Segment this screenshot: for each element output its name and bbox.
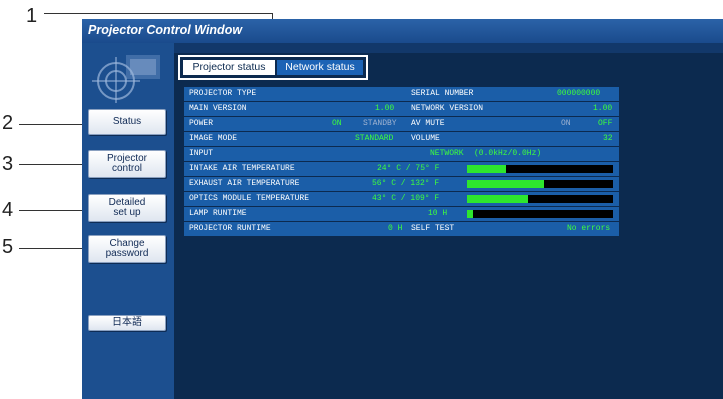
av-mute-label: AV MUTE xyxy=(411,119,445,128)
serial-number-label: SERIAL NUMBER xyxy=(411,89,474,98)
projector-logo-icon xyxy=(88,49,168,105)
projector-runtime-label: PROJECTOR RUNTIME xyxy=(189,224,271,233)
image-mode-value: STANDARD xyxy=(355,134,394,143)
status-button[interactable]: Status xyxy=(88,109,166,135)
table-row: INTAKE AIR TEMPERATURE 24° C / 75° F xyxy=(184,162,619,176)
optics-temperature-bar-fill xyxy=(467,195,529,203)
exhaust-temperature-bar xyxy=(467,180,613,188)
callout-4: 4 xyxy=(2,199,14,221)
exhaust-air-temperature-value: 56° C / 132° F xyxy=(372,179,440,188)
callout-3: 3 xyxy=(2,153,14,175)
callout-1: 1 xyxy=(26,5,38,27)
callout-5: 5 xyxy=(2,236,14,258)
status-button-label: Status xyxy=(112,115,142,127)
volume-label: VOLUME xyxy=(411,134,440,143)
callout-1-leader xyxy=(44,13,272,14)
projector-runtime-value: 0 H xyxy=(388,224,403,233)
intake-air-temperature-value: 24° C / 75° F xyxy=(377,164,440,173)
japanese-language-button-label: 日本語 xyxy=(112,316,142,328)
intake-air-temperature-label: INTAKE AIR TEMPERATURE xyxy=(189,164,295,173)
callout-5-leader xyxy=(19,248,89,249)
callout-4-leader xyxy=(19,210,89,211)
input-frequency-value: (0.0kHz/0.0Hz) xyxy=(474,149,542,158)
callout-3-leader xyxy=(19,164,89,165)
intake-temperature-bar xyxy=(467,165,613,173)
exhaust-air-temperature-label: EXHAUST AIR TEMPERATURE xyxy=(189,179,300,188)
input-value: NETWORK xyxy=(430,149,464,158)
lamp-runtime-bar xyxy=(467,210,613,218)
change-password-button-label: Change password xyxy=(105,237,149,259)
optics-module-temperature-label: OPTICS MODULE TEMPERATURE xyxy=(189,194,310,203)
window-title: Projector Control Window xyxy=(88,23,243,37)
header-strip xyxy=(174,43,723,53)
projector-control-window: Projector Control Window Status Projecto… xyxy=(82,19,723,399)
projector-type-label: PROJECTOR TYPE xyxy=(189,89,257,98)
sidebar: Status Projector control Detailed set up… xyxy=(82,43,174,399)
change-password-button[interactable]: Change password xyxy=(88,235,166,263)
table-row: PROJECTOR RUNTIME 0 H SELF TEST No error… xyxy=(184,222,619,236)
serial-number-value: 000000000 xyxy=(557,89,601,98)
tab-network-status[interactable]: Network status xyxy=(277,60,363,75)
table-row: INPUT NETWORK (0.0kHz/0.0Hz) xyxy=(184,147,619,161)
detailed-setup-button-label: Detailed set up xyxy=(108,196,146,218)
network-version-value: 1.00 xyxy=(593,104,613,113)
title-bar: Projector Control Window xyxy=(82,19,723,43)
detailed-setup-button[interactable]: Detailed set up xyxy=(88,194,166,222)
table-row: IMAGE MODE STANDARD VOLUME 32 xyxy=(184,132,619,146)
projector-control-button[interactable]: Projector control xyxy=(88,150,166,178)
table-row: EXHAUST AIR TEMPERATURE 56° C / 132° F xyxy=(184,177,619,191)
table-row: MAIN VERSION 1.00 NETWORK VERSION 1.00 xyxy=(184,102,619,116)
exhaust-temperature-bar-fill xyxy=(467,180,545,188)
lamp-runtime-label: LAMP RUNTIME xyxy=(189,209,247,218)
tab-projector-status[interactable]: Projector status xyxy=(183,60,275,75)
power-on-value: ON xyxy=(332,119,342,128)
av-mute-off-value: OFF xyxy=(598,119,613,128)
callout-2-leader xyxy=(19,124,89,125)
tabs-bar: Projector status Network status xyxy=(174,53,723,83)
main-version-value: 1.00 xyxy=(375,104,395,113)
network-version-label: NETWORK VERSION xyxy=(411,104,484,113)
self-test-value: No errors xyxy=(567,224,611,233)
power-label: POWER xyxy=(189,119,214,128)
table-row: OPTICS MODULE TEMPERATURE 43° C / 109° F xyxy=(184,192,619,206)
input-label: INPUT xyxy=(189,149,214,158)
tab-group: Projector status Network status xyxy=(178,55,368,80)
lamp-runtime-value: 10 H xyxy=(428,209,448,218)
main-version-label: MAIN VERSION xyxy=(189,104,247,113)
power-standby-value: STANDBY xyxy=(363,119,397,128)
japanese-language-button[interactable]: 日本語 xyxy=(88,315,166,331)
optics-module-temperature-value: 43° C / 109° F xyxy=(372,194,440,203)
av-mute-on-value: ON xyxy=(561,119,571,128)
volume-value: 32 xyxy=(603,134,613,143)
table-row: POWER ON STANDBY AV MUTE ON OFF xyxy=(184,117,619,131)
projector-control-button-label: Projector control xyxy=(106,152,147,174)
image-mode-label: IMAGE MODE xyxy=(189,134,238,143)
self-test-label: SELF TEST xyxy=(411,224,455,233)
table-row: LAMP RUNTIME 10 H xyxy=(184,207,619,221)
lamp-runtime-bar-fill xyxy=(467,210,473,218)
callout-2: 2 xyxy=(2,112,14,134)
optics-temperature-bar xyxy=(467,195,613,203)
intake-temperature-bar-fill xyxy=(467,165,507,173)
table-row: PROJECTOR TYPE SERIAL NUMBER 000000000 xyxy=(184,87,619,101)
